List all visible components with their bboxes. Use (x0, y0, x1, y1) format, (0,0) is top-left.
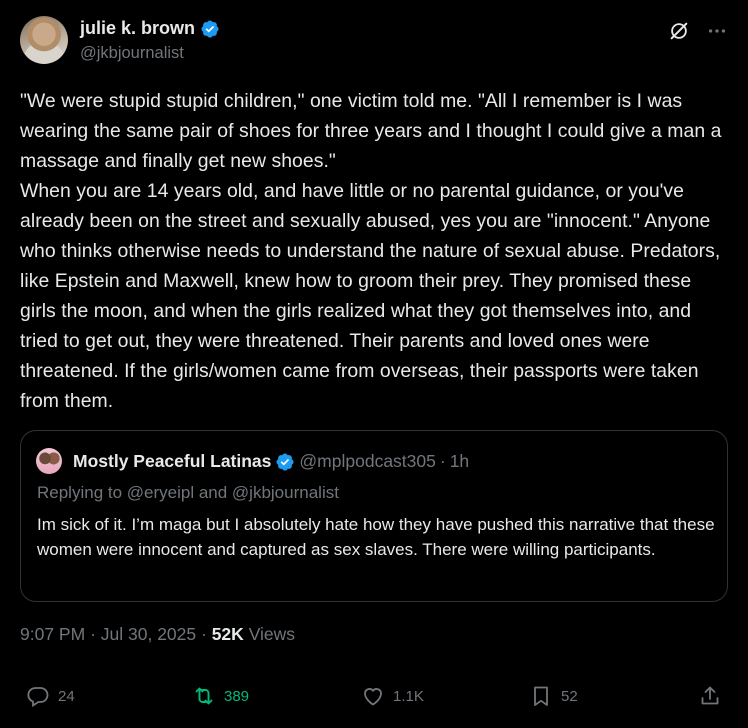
heart-icon (364, 688, 382, 706)
views-label: Views (248, 624, 296, 644)
tweet-meta: 9:07 PM · Jul 30, 2025 · 52K Views (20, 624, 295, 645)
repost-icon (195, 687, 213, 705)
quoted-timestamp[interactable]: 1h (450, 451, 469, 472)
share-icon (701, 686, 719, 705)
quoted-author-name[interactable]: Mostly Peaceful Latinas (73, 451, 271, 472)
action-bar: 24 389 1.1K 52 (0, 684, 748, 716)
author-avatar[interactable] (20, 16, 68, 64)
quoted-author-avatar[interactable] (36, 448, 62, 474)
grok-icon[interactable] (668, 20, 690, 42)
reply-button[interactable]: 24 (26, 684, 75, 708)
verified-badge-icon (201, 19, 219, 38)
quoted-tweet[interactable]: Mostly Peaceful Latinas @mplpodcast305 ·… (20, 430, 728, 602)
more-icon[interactable] (706, 20, 728, 42)
bookmark-count: 52 (561, 687, 578, 705)
bookmark-button[interactable]: 52 (529, 684, 578, 708)
reply-count: 24 (58, 687, 75, 705)
bookmark-icon (534, 686, 548, 706)
like-button[interactable]: 1.1K (361, 684, 424, 708)
quoted-body: Im sick of it. I’m maga but I absolutely… (37, 515, 715, 559)
tweet-body: "We were stupid stupid children," one vi… (20, 90, 722, 412)
author-name-row[interactable]: julie k. brown (80, 18, 220, 39)
like-count: 1.1K (393, 687, 424, 705)
share-button[interactable] (698, 684, 722, 708)
repost-count: 389 (224, 687, 250, 705)
author-handle[interactable]: @jkbjournalist (80, 44, 184, 63)
separator-dot: · (201, 624, 207, 644)
quoted-replying-to: Replying to @eryeipl and @jkbjournalist (37, 483, 339, 502)
author-name[interactable]: julie k. brown (80, 18, 195, 39)
reply-icon (27, 687, 49, 708)
separator-dot: · (439, 451, 446, 471)
separator-dot: · (90, 624, 96, 644)
quoted-author-handle[interactable]: @mplpodcast305 (299, 451, 435, 472)
repost-button[interactable]: 389 (192, 684, 249, 708)
verified-badge-icon (276, 452, 294, 471)
tweet-date[interactable]: Jul 30, 2025 (101, 624, 196, 644)
tweet-header: julie k. brown @jkbjournalist (20, 14, 732, 70)
quoted-header: Mostly Peaceful Latinas @mplpodcast305 ·… (73, 451, 469, 472)
tweet-time[interactable]: 9:07 PM (20, 624, 85, 644)
views-count: 52K (211, 624, 244, 644)
